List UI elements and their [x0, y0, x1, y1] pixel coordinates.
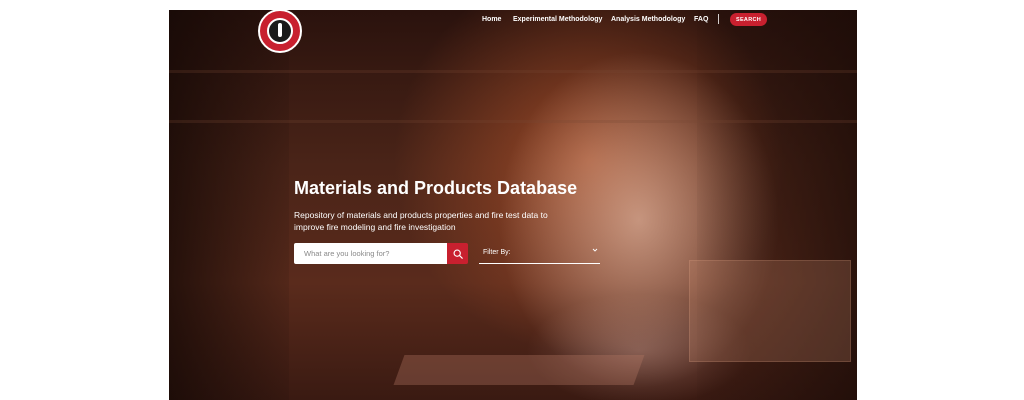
- nav-item-faq[interactable]: FAQ: [694, 16, 708, 23]
- page-title: Materials and Products Database: [294, 178, 578, 198]
- hero-beam: [169, 120, 857, 123]
- filter-label: Filter By:: [483, 249, 511, 256]
- search-input[interactable]: [294, 243, 447, 264]
- chevron-down-icon: [592, 248, 598, 252]
- filter-dropdown[interactable]: Filter By:: [479, 243, 600, 264]
- logo-emblem: [267, 18, 293, 44]
- hero-floor: [393, 355, 645, 385]
- nav-item-analysis-methodology[interactable]: Analysis Methodology: [611, 16, 685, 23]
- hero-background-image: [169, 10, 857, 400]
- nav-item-home[interactable]: Home: [482, 16, 501, 23]
- top-strip: [0, 0, 1024, 10]
- hero-shade-left: [169, 10, 289, 400]
- search-submit-button[interactable]: [447, 243, 468, 264]
- hero-panel: [689, 260, 851, 362]
- nav-divider: [718, 14, 719, 24]
- search-button[interactable]: SEARCH: [730, 13, 767, 26]
- hero-beam: [169, 70, 857, 73]
- page-subtitle: Repository of materials and products pro…: [294, 210, 548, 232]
- site-logo[interactable]: [258, 9, 302, 53]
- nav-item-experimental-methodology[interactable]: Experimental Methodology: [513, 16, 602, 23]
- search-icon: [453, 249, 463, 259]
